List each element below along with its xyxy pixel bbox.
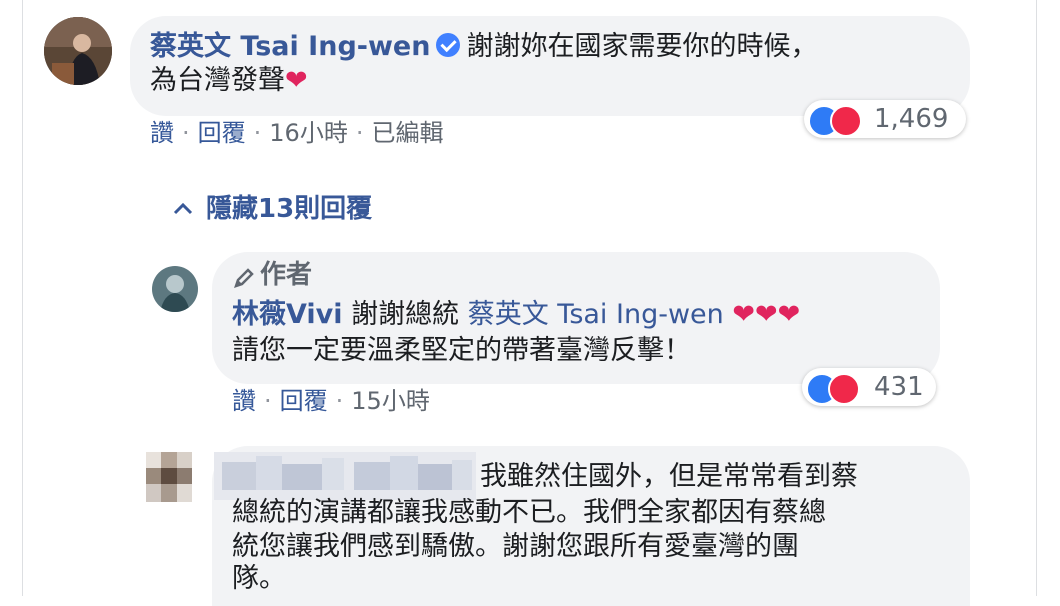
- separator-dot: ·: [264, 387, 272, 415]
- pixelated-name-image: [214, 452, 476, 500]
- love-reaction-icon: [828, 373, 860, 405]
- comment-text: 謝謝妳在國家需要你的時候，: [466, 31, 818, 62]
- like-link[interactable]: 讚: [232, 386, 256, 416]
- reply-text: 總統的演講都讓我感動不已。我們全家都因有蔡總: [232, 497, 826, 528]
- comment-actions: 讚 · 回覆 · 16小時 · 已編輯: [150, 118, 443, 148]
- frame-border-right: [1036, 0, 1037, 596]
- chevron-up-icon: [173, 202, 193, 215]
- separator-dot: ·: [253, 119, 262, 147]
- reply-actions: 讚 · 回覆 · 15小時: [232, 386, 430, 416]
- pencil-icon: [234, 268, 254, 288]
- timestamp-link[interactable]: 15小時: [351, 386, 430, 416]
- reaction-summary[interactable]: 431: [802, 368, 936, 406]
- verified-badge-icon: [436, 33, 461, 57]
- reply-text: 隊。: [232, 563, 286, 594]
- pixelated-avatar: [146, 452, 192, 518]
- comment-author-link[interactable]: 蔡英文 Tsai Ing-wen: [150, 31, 430, 62]
- heart-emoji-icon: ❤: [285, 65, 308, 96]
- reply-text: 請您一定要溫柔堅定的帶著臺灣反擊！: [232, 335, 691, 366]
- avatar[interactable]: [152, 266, 198, 312]
- avatar[interactable]: [44, 17, 112, 85]
- hearts-emoji-icon: ❤❤❤: [732, 299, 801, 330]
- reply-text: 我雖然住國外，但是常常看到蔡: [480, 461, 858, 492]
- reaction-summary[interactable]: 1,469: [804, 100, 966, 138]
- reply-link[interactable]: 回覆: [280, 386, 328, 416]
- mention-link[interactable]: 蔡英文 Tsai Ing-wen: [468, 299, 724, 330]
- pixelated-name: [214, 452, 476, 500]
- separator-dot: ·: [335, 387, 344, 415]
- avatar[interactable]: [146, 452, 192, 518]
- love-reaction-icon: [830, 105, 862, 137]
- comment-line-1: 蔡英文 Tsai Ing-wen 謝謝妳在國家需要你的時候，: [150, 30, 817, 64]
- comment-text: 為台灣發聲: [150, 65, 285, 96]
- reply-link[interactable]: 回覆: [198, 118, 246, 148]
- hide-replies-label: 隱藏13則回覆: [206, 194, 373, 224]
- reply-author-link[interactable]: 林薇Vivi: [232, 299, 343, 330]
- reaction-count: 431: [874, 372, 924, 402]
- frame-border-left: [22, 0, 23, 596]
- comment-line-2: 為台灣發聲❤: [150, 64, 308, 98]
- avatar-photo: [44, 17, 112, 85]
- reply-line-3: 統您讓我們感到驕傲。謝謝您跟所有愛臺灣的團: [232, 530, 799, 564]
- reply-text: 謝謝總統: [351, 299, 460, 330]
- like-link[interactable]: 讚: [150, 118, 174, 148]
- reply-line-1: 林薇Vivi 謝謝總統 蔡英文 Tsai Ing-wen ❤❤❤: [232, 298, 800, 332]
- reaction-count: 1,469: [874, 104, 949, 134]
- edited-link[interactable]: 已編輯: [371, 118, 443, 148]
- timestamp-link[interactable]: 16小時: [269, 118, 348, 148]
- separator-dot: ·: [355, 119, 364, 147]
- reply-text: 統您讓我們感到驕傲。謝謝您跟所有愛臺灣的團: [232, 531, 799, 562]
- reply-line-4: 隊。: [232, 562, 286, 596]
- author-badge-label: 作者: [260, 260, 313, 290]
- reply-line-1: 我雖然住國外，但是常常看到蔡: [480, 460, 858, 494]
- reply-line-2: 請您一定要溫柔堅定的帶著臺灣反擊！: [232, 334, 691, 368]
- reply-line-2: 總統的演講都讓我感動不已。我們全家都因有蔡總: [232, 496, 826, 530]
- avatar-photo: [152, 266, 198, 312]
- separator-dot: ·: [182, 119, 190, 147]
